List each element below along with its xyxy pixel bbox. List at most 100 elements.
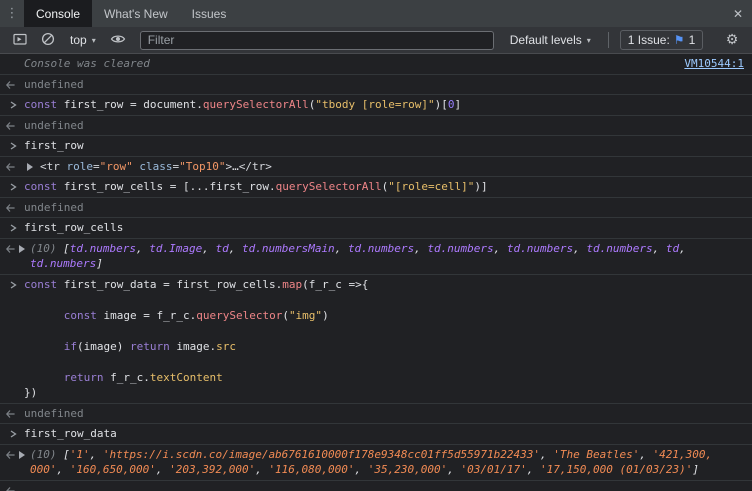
token-prop: textContent [149,370,223,384]
token-node: td.numbers [30,257,97,270]
console-row-result: <tr role="row" class="Top10">…</tr> [0,157,752,177]
prompt-chevron-icon [8,182,18,195]
token-plit: , [414,241,428,255]
console-row-result: undefined [0,404,752,424]
token-fn: querySelectorAll [275,180,382,193]
live-expression-button[interactable] [106,29,130,51]
token-muted: undefined [24,200,84,214]
return-arrow-icon [5,244,16,257]
token-plit: [ [63,241,70,255]
clear-console-icon [40,31,56,50]
console-row-result: undefined [0,116,752,136]
token-ostr: '1' [69,447,90,461]
return-arrow-icon [5,450,16,463]
console-row-info: Console was cleared VM10544:1 [0,54,752,75]
expand-triangle-icon[interactable] [18,450,26,463]
token-muted: undefined [24,406,84,420]
token-hp: </tr> [238,159,272,173]
token-ostr: 'The Beatles' [553,447,640,461]
console-line: if(image) return image.src [24,339,744,355]
clear-console-button[interactable] [36,29,60,51]
console-sidebar-toggle-button[interactable] [8,29,32,51]
token-plit: , [56,463,70,476]
console-row-result [0,481,752,491]
context-selector-label: top [70,33,87,47]
token-plit: , [493,241,507,255]
token-ostr: '03/01/17' [460,463,527,476]
console-sidebar-icon [12,31,28,50]
prompt-chevron-icon [8,141,18,154]
devtools-window: ⋮ Console What's New Issues ✕ top ▾ Filt… [0,0,752,491]
token-pl: image. [169,339,217,353]
token-plit: , [679,241,686,255]
token-pl: image = f_r_c. [96,308,197,322]
console-line: (10) [td.numbers, td.Image, td, td.numbe… [30,241,744,257]
return-arrow-icon [5,80,16,93]
return-arrow-icon [5,486,16,491]
context-selector[interactable]: top ▾ [64,29,102,51]
token-val: "row" [99,159,133,173]
console-line: const first_row = document.querySelector… [24,97,744,113]
tab-issues-label: Issues [191,6,227,21]
kebab-menu-icon[interactable]: ⋮ [0,0,24,27]
issues-counter-button[interactable]: 1 Issue: ⚑ 1 [619,30,704,50]
token-kw: const [24,180,58,193]
token-plit: , [447,463,461,476]
token-node: td.numbers [427,241,494,255]
console-row-result: undefined [0,75,752,95]
token-pl: ] [454,98,462,111]
tabbar-spacer [238,0,724,27]
console-line: td.numbers] [30,256,744,272]
console-row-command: first_row_data [0,424,752,445]
toolbar-separator [607,32,609,48]
console-row-result: (10) [td.numbers, td.Image, td, td.numbe… [0,239,752,275]
token-str: "img" [288,308,323,322]
console-toolbar: top ▾ Default levels ▾ 1 Issue: ⚑ 1 ⚙ [0,27,752,54]
token-plit: , [526,463,540,476]
token-ostr: '35,230,000' [367,463,448,476]
token-pl: }) [24,386,38,399]
console-line: return f_r_c.textContent [24,370,744,386]
token-plit: , [652,241,666,255]
token-pl: ( [282,308,289,322]
token-fn: map [282,277,303,291]
token-mutedit: (10) [30,447,64,461]
token-pl: first_row_cells = [...first_row. [57,180,276,193]
token-pl: (f_r_c =>{ [302,277,369,291]
tab-whats-new[interactable]: What's New [92,0,180,27]
source-link[interactable]: VM10544:1 [684,57,744,70]
tab-console-label: Console [36,6,81,21]
expand-triangle-icon[interactable] [26,162,34,175]
token-kw: const [24,98,58,111]
filter-input[interactable] [139,30,494,50]
token-node: td [665,241,680,255]
tab-console[interactable]: Console [24,0,93,27]
log-levels-dropdown[interactable]: Default levels ▾ [504,29,597,51]
token-fn: querySelectorAll [202,98,309,111]
close-icon[interactable]: ✕ [724,0,752,27]
token-kw: return [63,370,104,384]
token-pl: first_row_data [24,427,117,440]
console-row-command: const first_row_data = first_row_cells.m… [0,275,752,404]
token-mutedit: (10) [30,241,64,255]
token-ostr: '17,150,000 (01/03/23)' [540,463,693,476]
console-line: }) [24,385,744,401]
tab-bar: ⋮ Console What's New Issues ✕ [0,0,752,27]
console-line: first_row [24,138,744,154]
console-line: first_row_cells [24,220,744,236]
token-node: td.numbers [506,241,574,255]
expand-triangle-icon[interactable] [18,244,26,257]
token-mutedit: Console was cleared [24,57,150,70]
console-line: (10) ['1', 'https://i.scdn.co/image/ab67… [30,447,744,463]
return-arrow-icon [5,203,16,216]
tab-issues[interactable]: Issues [180,0,239,27]
console-line: undefined [24,118,744,134]
token-plit: , [202,241,216,255]
token-plit: , [228,241,242,255]
settings-gear-button[interactable]: ⚙ [720,29,744,51]
token-ostr: '116,080,000' [268,463,355,476]
token-plit: ] [96,257,103,270]
token-plit: , [255,463,269,476]
